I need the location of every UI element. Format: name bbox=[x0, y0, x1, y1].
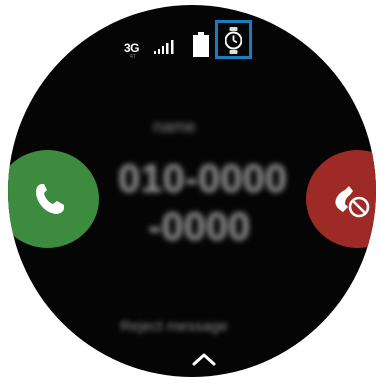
decline-call-button[interactable] bbox=[306, 150, 376, 248]
network-sub-label: 4T bbox=[130, 54, 136, 60]
chevron-up-icon[interactable] bbox=[191, 351, 217, 367]
phone-decline-icon bbox=[335, 186, 370, 218]
watch-icon bbox=[225, 27, 242, 54]
phone-icon bbox=[36, 184, 64, 214]
watch-icon-highlight bbox=[215, 20, 252, 59]
reject-message-label: Reject message bbox=[120, 318, 228, 335]
caller-name: name bbox=[153, 117, 196, 136]
watch-screen: 3G 4T name 010-0000 -0000 Reject message bbox=[8, 5, 376, 377]
screenshot-page: 3G 4T name 010-0000 -0000 Reject message bbox=[0, 0, 380, 385]
caller-number-line1: 010-0000 bbox=[118, 157, 288, 201]
caller-number-line2: -0000 bbox=[148, 205, 251, 249]
accept-call-button[interactable] bbox=[8, 150, 99, 248]
signal-bars-icon bbox=[154, 40, 174, 54]
network-type-label: 3G bbox=[124, 41, 140, 55]
battery-icon bbox=[193, 32, 209, 57]
status-bar: 3G 4T bbox=[120, 20, 265, 68]
